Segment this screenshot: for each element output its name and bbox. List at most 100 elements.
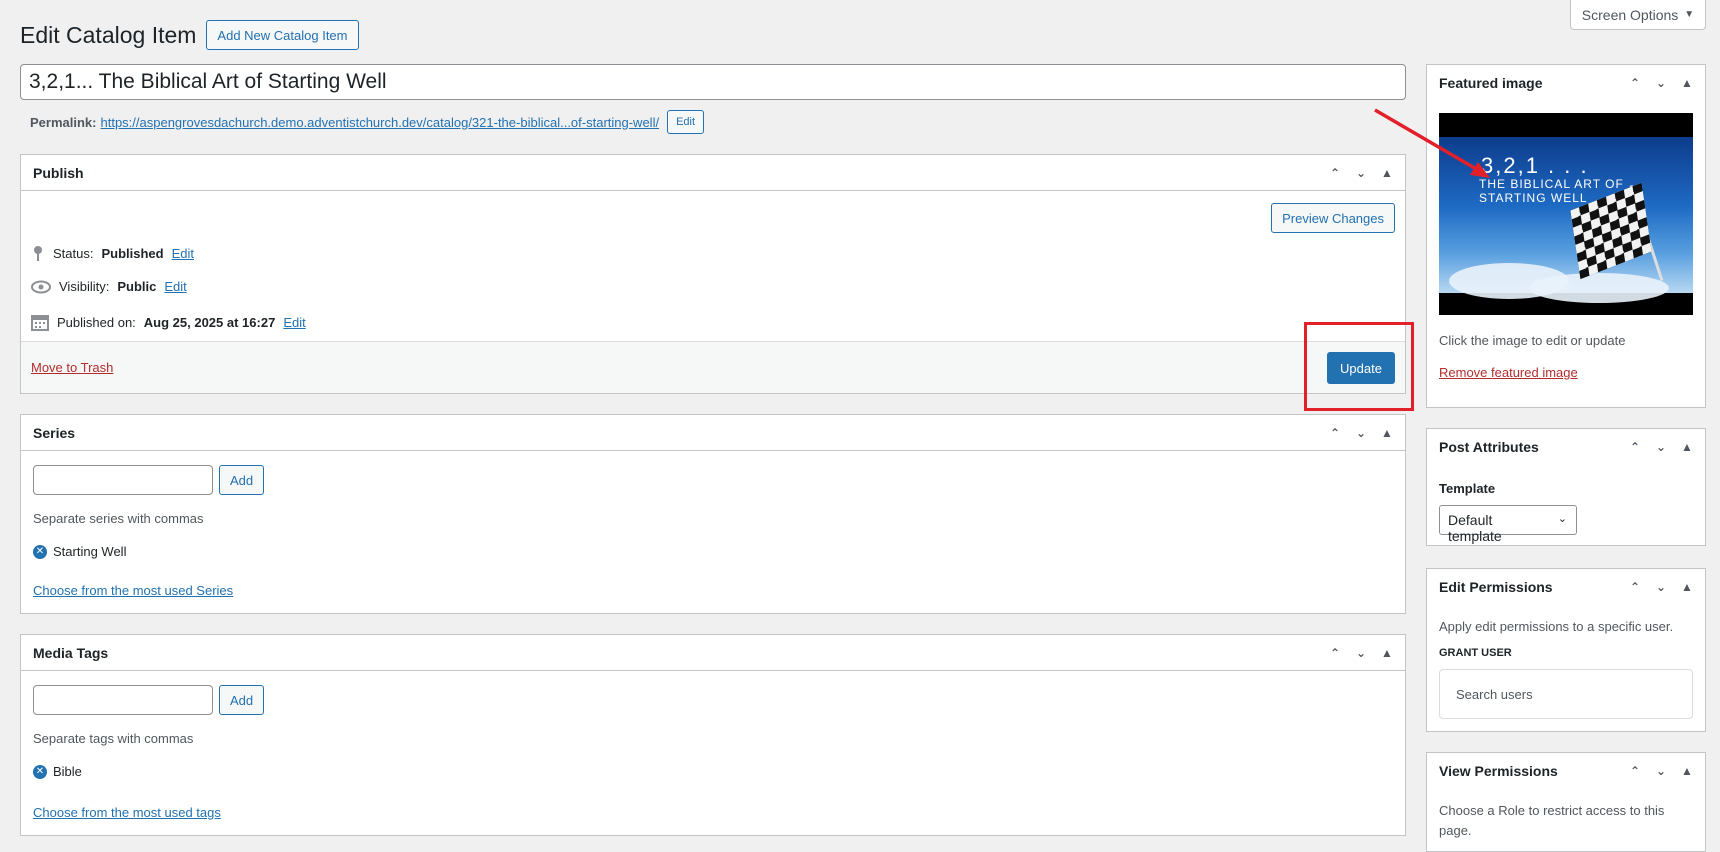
permalink-edit-button[interactable]: Edit [667,110,705,134]
status-row: Status: Published Edit [31,245,194,261]
visibility-label: Visibility: [59,279,110,294]
add-new-catalog-item-button[interactable]: Add New Catalog Item [206,20,359,50]
media-tag-label: Bible [53,764,82,779]
post-attributes-box-title: Post Attributes [1439,439,1539,455]
move-up-icon[interactable]: ⌃ [1329,166,1341,180]
media-tags-box-header: Media Tags ⌃ ⌄ ▲ [21,635,1405,671]
move-down-icon[interactable]: ⌄ [1355,426,1367,440]
view-permissions-box: View Permissions ⌃ ⌄ ▲ Choose a Role to … [1426,752,1706,852]
collapse-toggle-icon[interactable]: ▲ [1381,166,1393,180]
post-attributes-box: Post Attributes ⌃ ⌄ ▲ Template Default t… [1426,428,1706,546]
move-down-icon[interactable]: ⌄ [1655,440,1667,454]
publish-actions: Move to Trash Update [21,341,1405,393]
edit-permissions-description: Apply edit permissions to a specific use… [1439,619,1674,634]
move-down-icon[interactable]: ⌄ [1655,764,1667,778]
title-input[interactable]: 3,2,1... The Biblical Art of Starting We… [20,64,1406,100]
move-up-icon[interactable]: ⌃ [1329,426,1341,440]
update-highlight-box [1304,322,1414,411]
published-on-row: Published on: Aug 25, 2025 at 16:27 Edit [31,313,306,331]
view-permissions-box-header: View Permissions ⌃ ⌄ ▲ [1427,753,1705,789]
move-down-icon[interactable]: ⌄ [1355,166,1367,180]
view-permissions-box-title: View Permissions [1439,763,1558,779]
move-up-icon[interactable]: ⌃ [1629,764,1641,778]
featured-image-box: Featured image ⌃ ⌄ ▲ 3,2,1 . . . THE BIB… [1426,64,1706,408]
featured-image-hint: Click the image to edit or update [1439,333,1626,348]
template-label: Template [1439,481,1496,496]
permalink-link[interactable]: https://aspengrovesdachurch.demo.adventi… [100,115,659,130]
view-permissions-description: Choose a Role to restrict access to this… [1439,803,1665,838]
permalink: Permalink: https://aspengrovesdachurch.d… [30,110,705,134]
remove-tag-icon[interactable]: ✕ [33,544,47,559]
featured-image-box-title: Featured image [1439,75,1543,91]
search-users-input[interactable]: Search users [1439,669,1693,719]
visibility-row: Visibility: Public Edit [31,279,187,294]
media-tags-box: Media Tags ⌃ ⌄ ▲ Add Separate tags with … [20,634,1406,836]
calendar-icon [31,315,49,331]
series-choose-link[interactable]: Choose from the most used Series [33,583,233,598]
search-users-placeholder: Search users [1456,686,1533,702]
series-tag-label: Starting Well [53,544,127,559]
move-down-icon[interactable]: ⌄ [1655,580,1667,594]
collapse-toggle-icon[interactable]: ▲ [1681,440,1693,454]
featured-image-title-line2: THE BIBLICAL ART OF [1479,177,1624,191]
move-up-icon[interactable]: ⌃ [1629,440,1641,454]
media-tag: ✕ Bible [33,764,82,779]
series-tag: ✕ Starting Well [33,544,126,559]
cloud-shape [1529,273,1669,303]
edit-permissions-box: Edit Permissions ⌃ ⌄ ▲ Apply edit permis… [1426,568,1706,732]
remove-tag-icon[interactable]: ✕ [33,764,47,779]
status-value: Published [101,245,164,261]
template-select-wrap: Default template ⌄ [1439,505,1577,544]
featured-image-title-line3: STARTING WELL [1479,191,1588,205]
edit-permissions-box-header: Edit Permissions ⌃ ⌄ ▲ [1427,569,1705,605]
permalink-label: Permalink: [30,114,97,130]
edit-permissions-box-title: Edit Permissions [1439,579,1553,595]
publish-box-header: Publish ⌃ ⌄ ▲ [21,155,1405,191]
page-header: Edit Catalog Item Add New Catalog Item [20,20,359,50]
featured-image-thumbnail[interactable]: 3,2,1 . . . THE BIBLICAL ART OF STARTING… [1439,113,1693,315]
pin-icon [34,246,42,261]
media-tags-choose-link[interactable]: Choose from the most used tags [33,805,221,820]
collapse-toggle-icon[interactable]: ▲ [1681,580,1693,594]
publish-box-title: Publish [33,164,84,181]
visibility-edit-link[interactable]: Edit [164,279,186,294]
collapse-toggle-icon[interactable]: ▲ [1681,764,1693,778]
published-on-edit-link[interactable]: Edit [283,315,305,330]
media-tags-add-button[interactable]: Add [219,685,265,715]
move-up-icon[interactable]: ⌃ [1629,76,1641,90]
publish-box: Publish ⌃ ⌄ ▲ Preview Changes Status: Pu… [20,154,1406,394]
move-down-icon[interactable]: ⌄ [1655,76,1667,90]
series-box-title: Series [33,424,76,441]
template-select[interactable]: Default template [1439,505,1577,544]
featured-image-title-line1: 3,2,1 . . . [1481,153,1589,178]
status-edit-link[interactable]: Edit [172,246,194,261]
media-tags-input[interactable] [33,685,213,715]
move-up-icon[interactable]: ⌃ [1329,646,1341,660]
screen-options-label: Screen Options [1581,6,1679,23]
move-to-trash-link[interactable]: Move to Trash [31,360,113,375]
collapse-toggle-icon[interactable]: ▲ [1381,646,1393,660]
grant-user-label: GRANT USER [1439,647,1512,659]
collapse-toggle-icon[interactable]: ▲ [1681,76,1693,90]
media-tags-box-title: Media Tags [33,644,109,661]
move-up-icon[interactable]: ⌃ [1629,580,1641,594]
remove-featured-image-link[interactable]: Remove featured image [1439,365,1578,380]
collapse-toggle-icon[interactable]: ▲ [1381,426,1393,440]
visibility-value: Public [117,279,157,294]
screen-options-button[interactable]: Screen Options ▼ [1570,0,1706,30]
template-select-value: Default template [1448,512,1502,544]
triangle-down-icon: ▼ [1684,9,1695,20]
series-input[interactable] [33,465,213,495]
featured-image-box-header: Featured image ⌃ ⌄ ▲ [1427,65,1705,101]
published-on-value: Aug 25, 2025 at 16:27 [143,314,276,330]
status-label: Status: [53,245,94,261]
post-attributes-box-header: Post Attributes ⌃ ⌄ ▲ [1427,429,1705,465]
preview-changes-button[interactable]: Preview Changes [1271,203,1395,233]
move-down-icon[interactable]: ⌄ [1355,646,1367,660]
series-box: Series ⌃ ⌄ ▲ Add Separate series with co… [20,414,1406,614]
series-add-button[interactable]: Add [219,465,265,495]
published-on-label: Published on: [57,314,136,330]
media-tags-hint: Separate tags with commas [33,731,194,746]
series-hint: Separate series with commas [33,511,204,526]
eye-icon [31,280,51,293]
